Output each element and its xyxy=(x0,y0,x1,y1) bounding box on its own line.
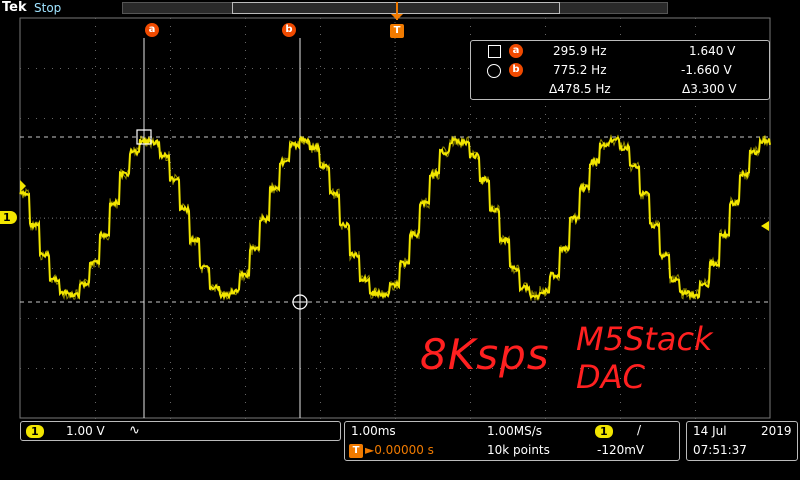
cursor-b-frequency: 775.2 Hz xyxy=(553,63,607,77)
circle-icon xyxy=(487,64,501,78)
cursor-b-badge: b xyxy=(509,63,523,77)
annotation-dac: DAC xyxy=(576,358,645,396)
cursor-a-badge: a xyxy=(509,44,523,58)
square-icon xyxy=(488,45,501,58)
sample-rate: 1.00MS/s xyxy=(487,424,542,438)
trigger-level: -120mV xyxy=(597,443,645,457)
channel-1-scale: 1.00 V xyxy=(66,424,105,438)
record-length: 10k points xyxy=(487,443,550,457)
annotation-device: M5Stack xyxy=(576,320,713,358)
channel-1-panel[interactable]: 1 1.00 V ∿ xyxy=(20,421,341,441)
timebase-panel[interactable]: 1.00ms 1.00MS/s 1 / T ►0.00000 s 10k poi… xyxy=(344,421,680,461)
trigger-marker[interactable]: T xyxy=(390,24,404,38)
ac-coupling-icon: ∿ xyxy=(129,423,140,438)
year: 2019 xyxy=(761,424,792,438)
delta-voltage: Δ3.300 V xyxy=(682,82,737,96)
time: 07:51:37 xyxy=(693,443,747,457)
trigger-source-badge: 1 xyxy=(595,425,613,438)
channel-1-ground-marker[interactable]: 1 xyxy=(0,211,17,224)
cursor-a-voltage: 1.640 V xyxy=(689,44,736,58)
cursor-b-marker[interactable]: b xyxy=(282,23,296,37)
time-per-division: 1.00ms xyxy=(351,424,396,438)
trigger-position: ►0.00000 s xyxy=(365,443,434,457)
trigger-position-badge: T xyxy=(349,444,363,458)
date: 14 Jul xyxy=(693,424,727,438)
cursor-a-frequency: 295.9 Hz xyxy=(553,44,607,58)
annotation-sample-rate: 8Ksps xyxy=(420,330,550,379)
cursor-readout-panel: a 295.9 Hz 1.640 V b 775.2 Hz -1.660 V Δ… xyxy=(470,40,770,100)
cursor-a-marker[interactable]: a xyxy=(145,23,159,37)
date-time-panel: 14 Jul 2019 07:51:37 xyxy=(686,421,798,461)
channel-1-badge: 1 xyxy=(26,425,44,438)
delta-frequency: Δ478.5 Hz xyxy=(549,82,611,96)
trigger-slope-icon: / xyxy=(637,423,642,437)
cursor-b-voltage: -1.660 V xyxy=(681,63,732,77)
